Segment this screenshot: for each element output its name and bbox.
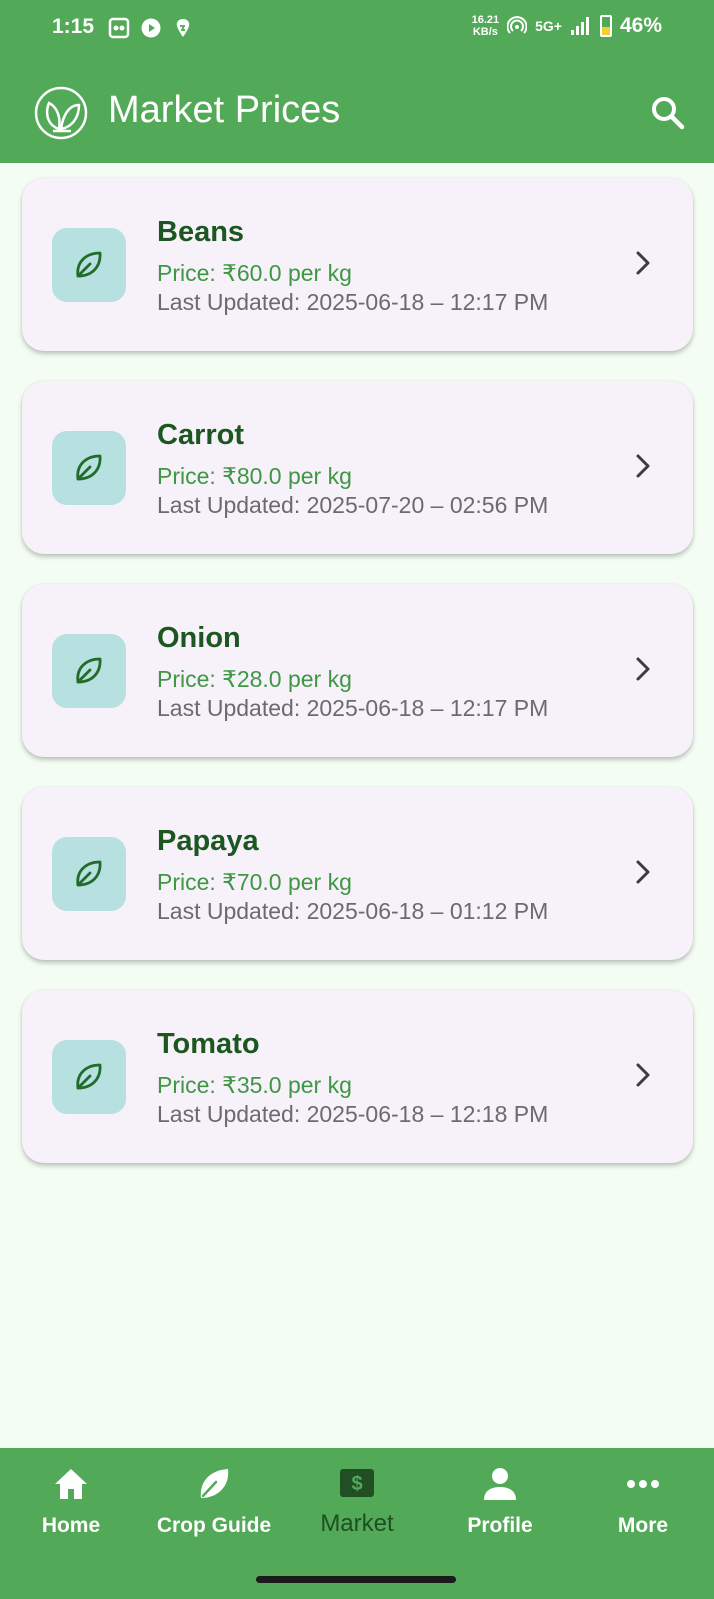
nav-label: Profile: [467, 1514, 533, 1537]
home-icon: [55, 1469, 87, 1499]
net-speed: 16.21 KB/s: [472, 14, 500, 38]
net-speed-unit: KB/s: [472, 26, 498, 38]
status-system-icons: 16.21 KB/s 5G+ 46%: [472, 14, 662, 38]
home-indicator: [256, 1576, 456, 1583]
crop-name: Papaya: [157, 825, 259, 857]
leaf-icon: [76, 657, 102, 684]
gallery-notification-icon: [108, 17, 130, 39]
crop-icon-box: [52, 634, 126, 708]
leaf-icon: [76, 251, 102, 278]
battery-icon: [599, 15, 612, 37]
crop-price: Price: ₹28.0 per kg: [157, 666, 352, 692]
nav-label: Home: [41, 1514, 101, 1537]
network-type: 5G+: [535, 18, 562, 34]
crop-price: Price: ₹35.0 per kg: [157, 1072, 352, 1098]
swiggy-notification-icon: [176, 19, 190, 37]
chevron-right-icon: [636, 1063, 650, 1087]
crop-name: Carrot: [157, 419, 245, 451]
crop-last-updated: Last Updated: 2025-06-18 – 12:17 PM: [157, 695, 549, 721]
crop-last-updated: Last Updated: 2025-07-20 – 02:56 PM: [157, 492, 549, 518]
person-icon: [484, 1468, 516, 1500]
leaf-icon: [76, 860, 102, 887]
leaf-icon: [76, 1063, 102, 1090]
nav-crop-guide[interactable]: Crop Guide: [144, 1448, 284, 1558]
signal-icon: [570, 17, 589, 35]
leaf-icon: [200, 1469, 229, 1498]
net-speed-value: 16.21: [471, 14, 500, 26]
battery-percent: 46%: [619, 14, 662, 37]
nav-home[interactable]: Home: [1, 1448, 141, 1558]
battery-level: [601, 26, 610, 35]
chevron-right-icon: [636, 454, 650, 478]
nav-market[interactable]: $ Market: [287, 1448, 427, 1558]
page-title: Market Prices: [108, 89, 341, 131]
nav-more[interactable]: More: [573, 1448, 713, 1558]
crop-icon-box: [52, 837, 126, 911]
crop-price: Price: ₹60.0 per kg: [157, 260, 352, 286]
crop-icon-box: [52, 431, 126, 505]
hotspot-icon: [507, 16, 528, 34]
crop-price: Price: ₹70.0 per kg: [157, 869, 352, 895]
more-dots-icon: [627, 1480, 659, 1488]
crop-icon-box: [52, 228, 126, 302]
market-price-list: Beans Price: ₹60.0 per kg Last Updated: …: [22, 178, 693, 1193]
status-bar: 1:15 16.21 KB/s 5G+ 46%: [0, 0, 714, 60]
crop-name: Tomato: [157, 1028, 260, 1060]
crop-price-card[interactable]: Beans Price: ₹60.0 per kg Last Updated: …: [22, 178, 693, 351]
crop-price-card[interactable]: Onion Price: ₹28.0 per kg Last Updated: …: [22, 584, 693, 757]
play-notification-icon: [141, 18, 161, 38]
svg-text:$: $: [351, 1473, 362, 1495]
crop-price-card[interactable]: Tomato Price: ₹35.0 per kg Last Updated:…: [22, 990, 693, 1163]
crop-price-card[interactable]: Papaya Price: ₹70.0 per kg Last Updated:…: [22, 787, 693, 960]
dollar-sign-icon: $: [340, 1469, 374, 1497]
crop-last-updated: Last Updated: 2025-06-18 – 12:18 PM: [157, 1101, 549, 1127]
crop-name: Beans: [157, 216, 245, 248]
crop-last-updated: Last Updated: 2025-06-18 – 12:17 PM: [157, 289, 549, 315]
chevron-right-icon: [636, 251, 650, 275]
nav-label: Crop Guide: [156, 1514, 272, 1537]
nav-label: More: [617, 1514, 669, 1537]
status-time: 1:15: [52, 15, 95, 38]
crop-last-updated: Last Updated: 2025-06-18 – 01:12 PM: [157, 898, 549, 924]
crop-price: Price: ₹80.0 per kg: [157, 463, 352, 489]
chevron-right-icon: [636, 860, 650, 884]
chevron-right-icon: [636, 657, 650, 681]
status-notification-icons: [108, 17, 194, 39]
crop-price-card[interactable]: Carrot Price: ₹80.0 per kg Last Updated:…: [22, 381, 693, 554]
app-bar: 1:15 16.21 KB/s 5G+ 46% Market Prices: [0, 0, 714, 163]
nav-label: Market: [320, 1510, 394, 1537]
search-icon[interactable]: [648, 93, 688, 133]
leaf-circle-icon: [34, 86, 88, 140]
crop-icon-box: [52, 1040, 126, 1114]
leaf-icon: [76, 454, 102, 481]
nav-profile[interactable]: Profile: [430, 1448, 570, 1558]
crop-name: Onion: [157, 622, 241, 654]
